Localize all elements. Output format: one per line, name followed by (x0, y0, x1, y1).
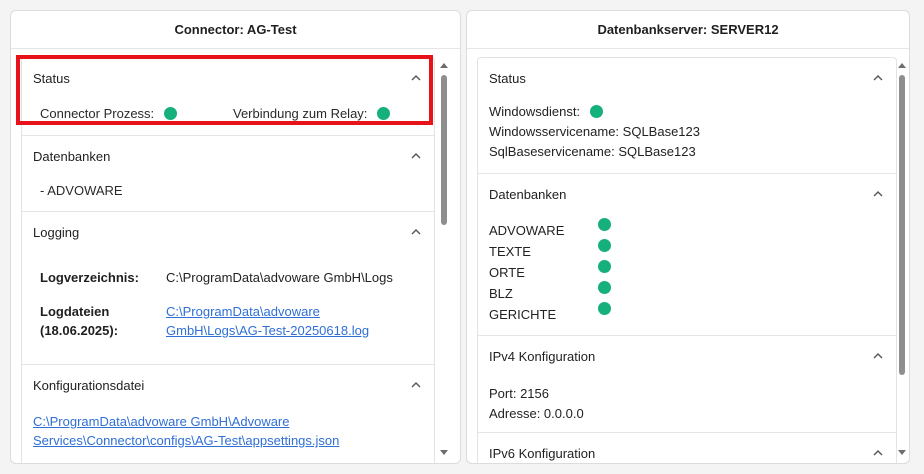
ipv4-port: Port: 2156 (489, 386, 549, 401)
server-databases-heading: Datenbanken (489, 186, 567, 202)
windows-service-name: Windowsservicename: SQLBase123 (489, 124, 700, 139)
database-server-panel: Datenbankserver: SERVER12 Status Windows… (466, 10, 910, 464)
ipv6-config-section: IPv6 Konfiguration (478, 433, 896, 463)
connector-process-status-dot-icon (163, 107, 177, 120)
log-directory-value: C:\ProgramData\advoware GmbH\Logs (166, 270, 393, 285)
config-file-header[interactable]: Konfigurationsdatei (22, 365, 434, 405)
windows-service-row: Windowsdienst: (489, 102, 700, 122)
chevron-up-icon[interactable] (872, 350, 884, 362)
database-name: ORTE (489, 265, 525, 280)
database-row: ORTE (489, 260, 611, 280)
database-name: GERICHTE (489, 307, 557, 322)
sqlbase-service-name: SqlBaseservicename: SQLBase123 (489, 144, 696, 159)
log-directory-label: Logverzeichnis: (40, 270, 139, 285)
config-file-path-line1[interactable]: C:\ProgramData\advoware GmbH\Advoware (33, 412, 373, 431)
chevron-up-icon[interactable] (872, 72, 884, 84)
database-row: TEXTE (489, 239, 611, 259)
database-server-body: Status Windowsdienst: Windowsservicename… (477, 57, 897, 463)
server-status-details: Windowsdienst: Windowsservicename: SQLBa… (489, 102, 700, 162)
database-status-dot-icon (598, 281, 611, 294)
connector-scrollbar[interactable] (437, 57, 451, 463)
scrollbar-thumb[interactable] (899, 75, 905, 375)
connector-process-label: Connector Prozess: (40, 106, 155, 121)
database-status-dot-icon (598, 239, 611, 252)
config-file-link[interactable]: C:\ProgramData\advoware GmbH\Advoware Se… (33, 412, 373, 450)
database-row: GERICHTE (489, 302, 611, 322)
ipv6-config-heading: IPv6 Konfiguration (489, 445, 596, 461)
ipv4-config-section: IPv4 Konfiguration Port: 2156 Adresse: 0… (478, 336, 896, 433)
chevron-up-icon[interactable] (410, 379, 422, 391)
ipv4-details: Port: 2156 Adresse: 0.0.0.0 (489, 384, 584, 424)
scroll-down-arrow-icon[interactable] (897, 449, 907, 457)
database-name: ADVOWARE (489, 223, 565, 238)
windows-service-status-dot-icon (589, 105, 603, 118)
chevron-up-icon[interactable] (410, 226, 422, 238)
connector-title: Connector: AG-Test (11, 11, 460, 49)
log-file-link-line2[interactable]: GmbH\Logs\AG-Test-20250618.log (166, 321, 416, 340)
windows-service-label: Windowsdienst: (489, 104, 581, 119)
databases-section: Datenbanken - ADVOWARE (22, 136, 434, 212)
database-name: BLZ (489, 286, 513, 301)
chevron-up-icon[interactable] (872, 447, 884, 459)
database-status-dot-icon (598, 260, 611, 273)
logging-header[interactable]: Logging (22, 212, 434, 252)
scroll-up-arrow-icon[interactable] (439, 61, 449, 69)
log-files-label-line2: (18.06.2025): (40, 323, 119, 338)
database-row: BLZ (489, 281, 611, 301)
scroll-down-arrow-icon[interactable] (439, 449, 449, 457)
connector-process-status: Connector Prozess: (40, 106, 177, 121)
databases-heading: Datenbanken (33, 148, 111, 164)
server-status-heading: Status (489, 70, 526, 86)
relay-connection-label: Verbindung zum Relay: (233, 106, 368, 121)
connector-panel: Connector: AG-Test Status Connector Proz… (10, 10, 461, 464)
ipv4-config-header[interactable]: IPv4 Konfiguration (478, 336, 896, 376)
ipv6-config-header[interactable]: IPv6 Konfiguration (478, 433, 896, 463)
scroll-up-arrow-icon[interactable] (897, 61, 907, 69)
chevron-up-icon[interactable] (410, 150, 422, 162)
server-scrollbar[interactable] (895, 57, 909, 463)
ipv4-config-heading: IPv4 Konfiguration (489, 348, 596, 364)
status-heading: Status (33, 70, 70, 86)
database-status-dot-icon (598, 218, 611, 231)
status-section: Status Connector Prozess: Verbindung zum… (22, 58, 434, 136)
chevron-up-icon[interactable] (872, 188, 884, 200)
database-server-title: Datenbankserver: SERVER12 (467, 11, 909, 49)
config-file-section: Konfigurationsdatei C:\ProgramData\advow… (22, 365, 434, 463)
connector-body: Status Connector Prozess: Verbindung zum… (21, 57, 435, 463)
server-databases-header[interactable]: Datenbanken (478, 174, 896, 214)
database-name: TEXTE (489, 244, 531, 259)
logging-heading: Logging (33, 224, 80, 240)
database-status-dot-icon (598, 302, 611, 315)
log-files-label-line1: Logdateien (40, 304, 110, 319)
relay-connection-status: Verbindung zum Relay: (233, 106, 391, 121)
databases-header[interactable]: Datenbanken (22, 136, 434, 176)
config-file-heading: Konfigurationsdatei (33, 377, 145, 393)
status-header[interactable]: Status (22, 58, 434, 98)
logging-section: Logging Logverzeichnis: C:\ProgramData\a… (22, 212, 434, 365)
scrollbar-thumb[interactable] (441, 75, 447, 225)
server-databases-section: Datenbanken ADVOWARE TEXTE ORTE BLZ GERI… (478, 174, 896, 336)
chevron-up-icon[interactable] (410, 72, 422, 84)
server-status-section: Status Windowsdienst: Windowsservicename… (478, 58, 896, 174)
status-row: Connector Prozess: Verbindung zum Relay: (40, 106, 434, 126)
database-item: - ADVOWARE (40, 183, 123, 198)
config-file-path-line2[interactable]: Services\Connector\configs\AG-Test\appse… (33, 431, 373, 450)
ipv4-address: Adresse: 0.0.0.0 (489, 406, 584, 421)
relay-status-dot-icon (377, 107, 391, 120)
database-row: ADVOWARE (489, 218, 611, 238)
log-file-link-line1[interactable]: C:\ProgramData\advoware (166, 302, 416, 321)
server-status-header[interactable]: Status (478, 58, 896, 98)
